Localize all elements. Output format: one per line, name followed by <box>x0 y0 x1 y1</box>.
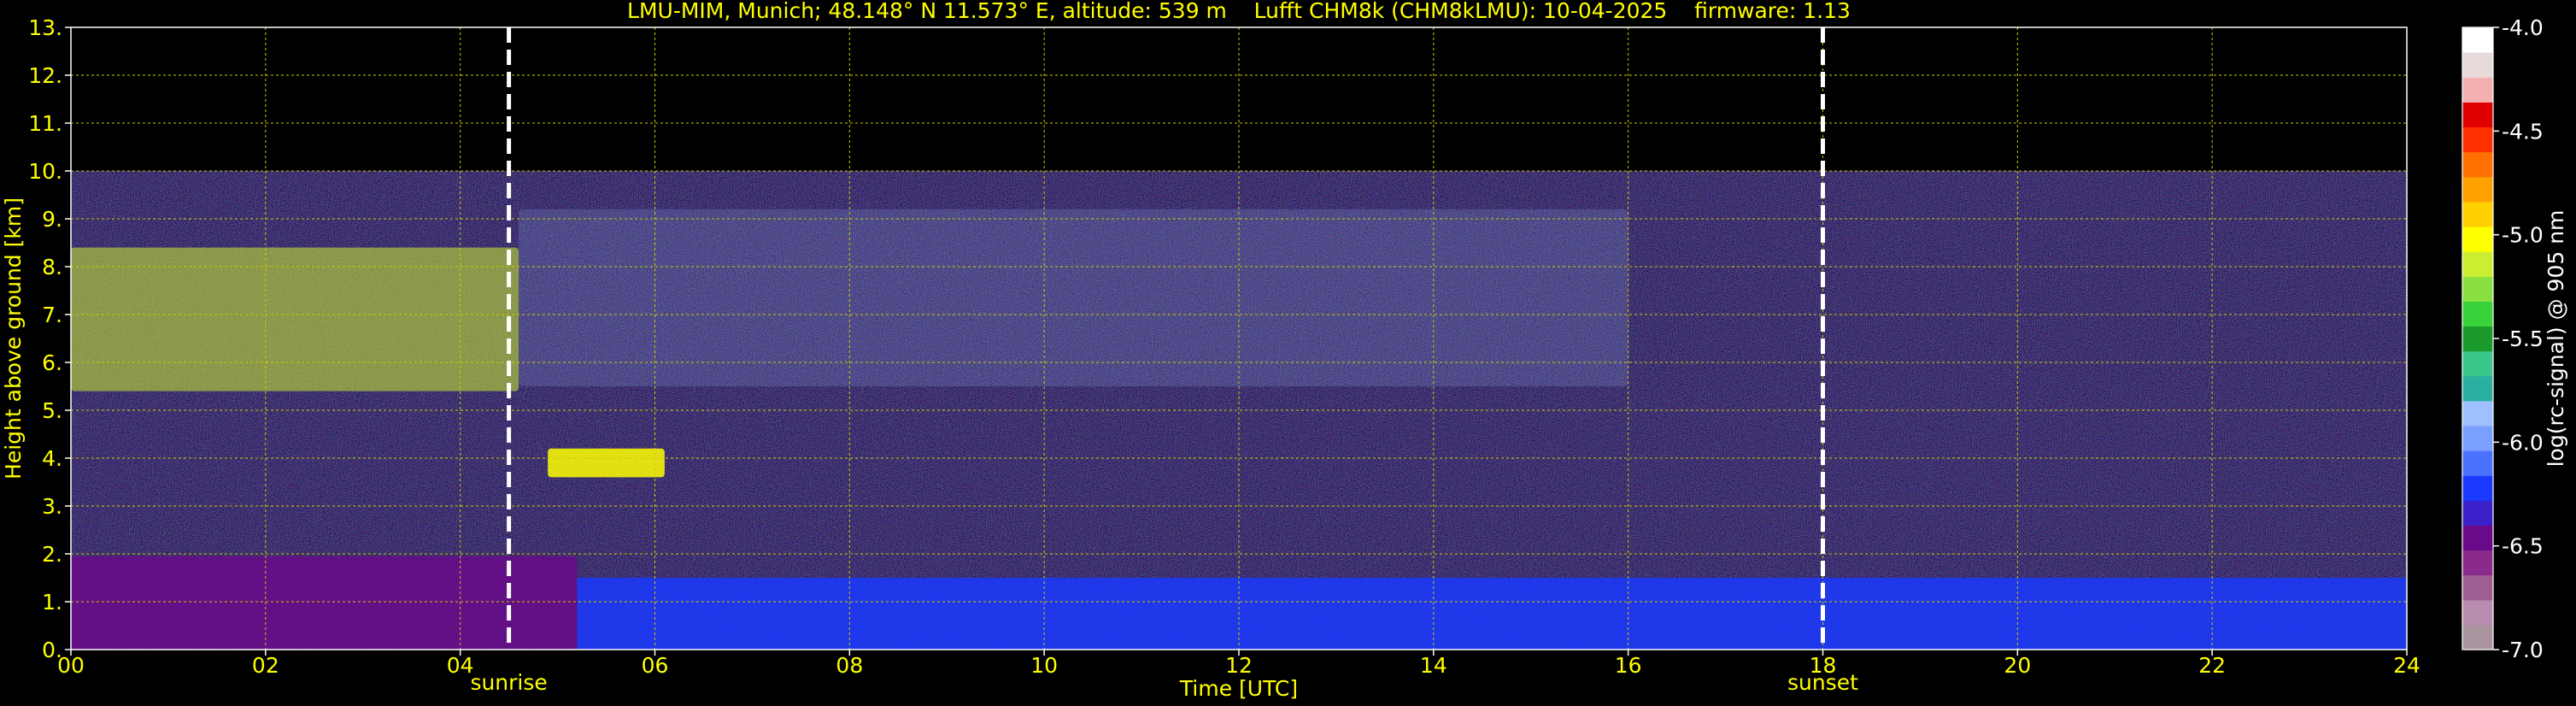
x-tick-label: 08 <box>836 653 863 678</box>
colorbar-segment <box>2462 301 2493 327</box>
y-tick-label: 8. <box>42 255 62 279</box>
sunrise-label: sunrise <box>470 670 547 695</box>
y-tick-label: 2. <box>42 542 62 567</box>
y-tick-label: 1. <box>42 590 62 615</box>
colorbar-tick-label: -6.0 <box>2502 430 2544 455</box>
x-tick-label: 06 <box>642 653 669 678</box>
y-tick-label: 11. <box>28 111 62 136</box>
x-tick-label: 24 <box>2393 653 2421 678</box>
chart-title: LMU-MIM, Munich; 48.148° N 11.573° E, al… <box>627 0 1851 23</box>
colorbar-segment <box>2462 52 2493 78</box>
feature-thin-high-cloud <box>519 209 1628 386</box>
y-axis-label: Height above ground [km] <box>1 197 26 479</box>
colorbar-segment <box>2462 350 2493 377</box>
x-axis-label: Time [UTC] <box>1179 676 1298 701</box>
y-tick-label: 10. <box>28 159 62 184</box>
colorbar-segment <box>2462 201 2493 227</box>
y-tick-label: 9. <box>42 207 62 232</box>
x-tick-label: 02 <box>252 653 279 678</box>
colorbar-segment <box>2462 276 2493 302</box>
colorbar-segment <box>2462 500 2493 526</box>
colorbar-segment <box>2462 550 2493 576</box>
colorbar-segment <box>2462 525 2493 551</box>
colorbar-tick-label: -7.0 <box>2502 638 2544 662</box>
x-tick-label: 10 <box>1030 653 1058 678</box>
x-tick-label: 22 <box>2198 653 2226 678</box>
colorbar-segment <box>2462 102 2493 128</box>
y-tick-label: 0. <box>42 638 62 662</box>
colorbar-segment <box>2462 126 2493 153</box>
colorbar-segment <box>2462 400 2493 427</box>
colorbar-segment <box>2462 176 2493 203</box>
y-tick-label: 13. <box>28 15 62 40</box>
colorbar-segment <box>2462 425 2493 451</box>
plot-area <box>70 26 2408 650</box>
colorbar-tick-label: -6.5 <box>2502 534 2544 559</box>
colorbar-tick-label: -4.5 <box>2502 119 2544 144</box>
colorbar-tick-label: -5.5 <box>2502 327 2544 351</box>
y-tick-label: 12. <box>28 63 62 88</box>
ceilometer-figure: LMU-MIM, Munich; 48.148° N 11.573° E, al… <box>1 0 2568 701</box>
colorbar-segment <box>2462 151 2493 178</box>
colorbar-segment <box>2462 251 2493 277</box>
colorbar-label: log(rc-signal) @ 905 nm <box>2544 210 2568 468</box>
feature-residual-layer <box>71 556 578 650</box>
y-tick-label: 6. <box>42 350 62 375</box>
colorbar-segment <box>2462 226 2493 252</box>
colorbar-segment <box>2462 77 2493 103</box>
colorbar-segment <box>2462 599 2493 626</box>
y-tick-label: 3. <box>42 494 62 519</box>
colorbar-segment <box>2462 326 2493 352</box>
colorbar-segment <box>2462 450 2493 476</box>
colorbar-segment <box>2462 624 2493 650</box>
x-tick-label: 12 <box>1225 653 1253 678</box>
colorbar-segment <box>2462 27 2493 53</box>
feature-cirrus <box>71 247 519 391</box>
feature-mid-level-cloud <box>548 448 665 478</box>
y-tick-label: 5. <box>42 398 62 423</box>
x-tick-label: 16 <box>1615 653 1642 678</box>
colorbar-segment <box>2462 375 2493 402</box>
colorbar: -4.0 -4.5 -5.0 -5.5 -6.0 -6.5 -7.0 log(rc-sign… <box>2462 15 2568 662</box>
y-tick-label: 7. <box>42 303 62 327</box>
sunset-label: sunset <box>1787 670 1858 695</box>
colorbar-tick-label: -5.0 <box>2502 223 2544 248</box>
colorbar-segment <box>2462 475 2493 501</box>
colorbar-segment <box>2462 574 2493 601</box>
x-tick-label: 14 <box>1420 653 1447 678</box>
feature-boundary-layer <box>577 578 2407 650</box>
colorbar-tick-label: -4.0 <box>2502 15 2544 40</box>
y-tick-label: 4. <box>42 446 62 471</box>
x-tick-label: 20 <box>2004 653 2031 678</box>
